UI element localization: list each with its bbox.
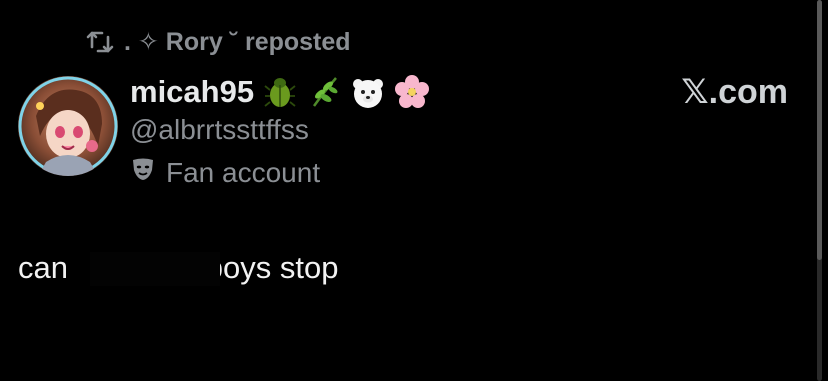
cherry-blossom-emoji (394, 74, 430, 110)
scrollbar-thumb[interactable] (817, 0, 822, 260)
avatar[interactable] (18, 76, 118, 176)
display-name[interactable]: micah95 (130, 72, 430, 112)
tweet-text-before: can (18, 250, 68, 285)
account-label: Fan account (130, 156, 320, 189)
scrollbar[interactable] (817, 0, 822, 381)
tweet-card: . ✧ Rory ˘ reposted micah95 @albrrtssttf… (0, 0, 828, 381)
account-label-text: Fan account (166, 156, 321, 188)
user-handle[interactable]: @albrrtssttffss (130, 114, 309, 146)
repost-indicator[interactable]: . ✧ Rory ˘ reposted (86, 26, 351, 58)
repost-text: . ✧ Rory ˘ reposted (124, 28, 351, 56)
beetle-emoji (262, 74, 298, 110)
herb-emoji (306, 74, 342, 110)
display-name-text: micah95 (130, 74, 255, 109)
repost-icon (86, 29, 114, 55)
polar-bear-emoji (350, 74, 386, 110)
redaction-block (90, 252, 220, 286)
theater-masks-icon (130, 156, 156, 189)
site-watermark: 𝕏.com (681, 73, 788, 111)
